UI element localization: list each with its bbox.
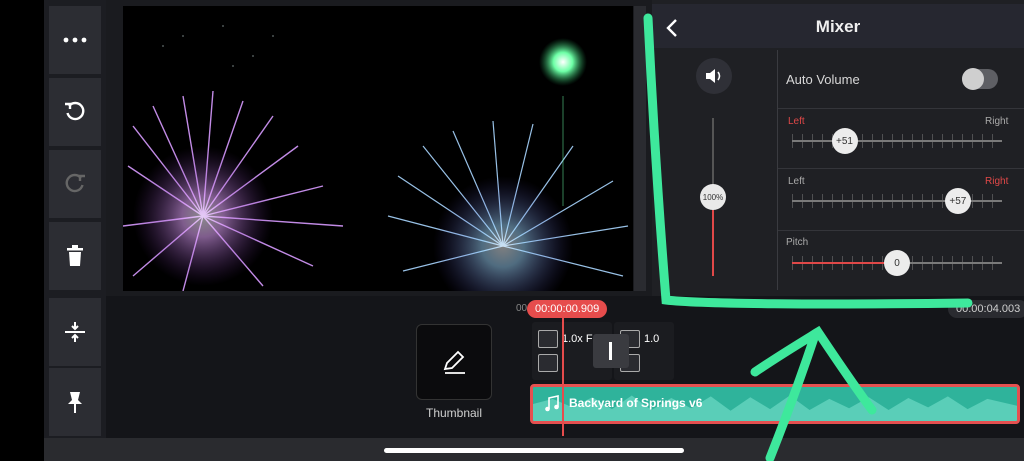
- speaker-icon: [706, 69, 721, 83]
- fireworks-image: [123, 25, 629, 291]
- left-toolbar: [44, 0, 106, 438]
- delete-icon: [67, 245, 83, 266]
- divider-icon: [609, 342, 612, 360]
- pan1-left-label: Left: [788, 116, 805, 127]
- volume-slider-fill: [712, 210, 714, 276]
- pitch-knob[interactable]: 0: [884, 250, 910, 276]
- toggle-knob: [962, 68, 984, 90]
- image-clip-icon: [538, 354, 558, 372]
- timeline: 00 00:00:00.909 00:00:04.003 Thumbnail 1…: [106, 296, 1024, 438]
- audio-title: Backyard of Springs v6: [569, 396, 703, 410]
- mixer-title: Mixer: [815, 17, 861, 36]
- current-time: 00:00:00.909: [527, 300, 608, 318]
- home-indicator[interactable]: [384, 448, 684, 453]
- clip-2-speed: 1.0: [644, 333, 660, 345]
- undo-button[interactable]: [49, 78, 101, 146]
- transition-button[interactable]: [593, 334, 629, 368]
- auto-volume-label: Auto Volume: [786, 72, 860, 87]
- audio-track[interactable]: Backyard of Springs v6: [530, 384, 1020, 424]
- pan2-left-label: Left: [788, 176, 805, 187]
- separator: [778, 230, 1024, 231]
- pin-button[interactable]: [49, 368, 101, 436]
- play-clip-icon: [538, 330, 558, 348]
- slider-track: [792, 140, 1002, 142]
- pan-left-knob[interactable]: +51: [831, 128, 858, 154]
- volume-button[interactable]: [696, 58, 732, 94]
- pitch-slider[interactable]: 0: [792, 250, 1002, 276]
- playhead[interactable]: [562, 318, 564, 436]
- undo-icon: [65, 101, 85, 121]
- redo-button[interactable]: [49, 150, 101, 218]
- mixer-divider: [777, 50, 778, 290]
- auto-volume-toggle[interactable]: [962, 68, 998, 90]
- pan-right-slider[interactable]: +57: [792, 188, 1002, 214]
- pan1-right-label: Right: [985, 116, 1009, 127]
- pencil-icon: [443, 350, 465, 374]
- pin-icon: [68, 392, 82, 413]
- pan2-right-label: Right: [985, 176, 1009, 187]
- pan-left-slider[interactable]: +51: [792, 128, 1002, 154]
- mixer-header: Mixer: [652, 4, 1024, 48]
- split-layer-icon: [65, 322, 85, 342]
- more-button[interactable]: [49, 6, 101, 74]
- clip-1-speed: 1.0x F: [562, 333, 593, 345]
- preview-frame[interactable]: [123, 6, 633, 291]
- mixer-panel: Mixer 100% Auto Volume Left Right +51 Le…: [652, 0, 1024, 296]
- system-bar: [44, 438, 1024, 461]
- separator: [778, 108, 1024, 109]
- music-note-icon: [545, 395, 559, 412]
- delete-button[interactable]: [49, 222, 101, 290]
- more-icon: [63, 37, 87, 43]
- preview-edge: [634, 6, 646, 291]
- pan-right-knob[interactable]: +57: [944, 188, 971, 214]
- separator: [778, 168, 1024, 169]
- split-layer-button[interactable]: [49, 298, 101, 366]
- end-time: 00:00:04.003: [948, 300, 1024, 318]
- video-preview: [106, 0, 652, 296]
- pitch-fill: [792, 262, 897, 264]
- thumbnail-button[interactable]: [416, 324, 492, 400]
- thumbnail-label: Thumbnail: [425, 406, 483, 420]
- volume-slider-knob[interactable]: 100%: [700, 184, 726, 210]
- redo-icon: [65, 173, 85, 193]
- time-prefix: 00: [516, 303, 528, 314]
- pitch-label: Pitch: [786, 237, 809, 248]
